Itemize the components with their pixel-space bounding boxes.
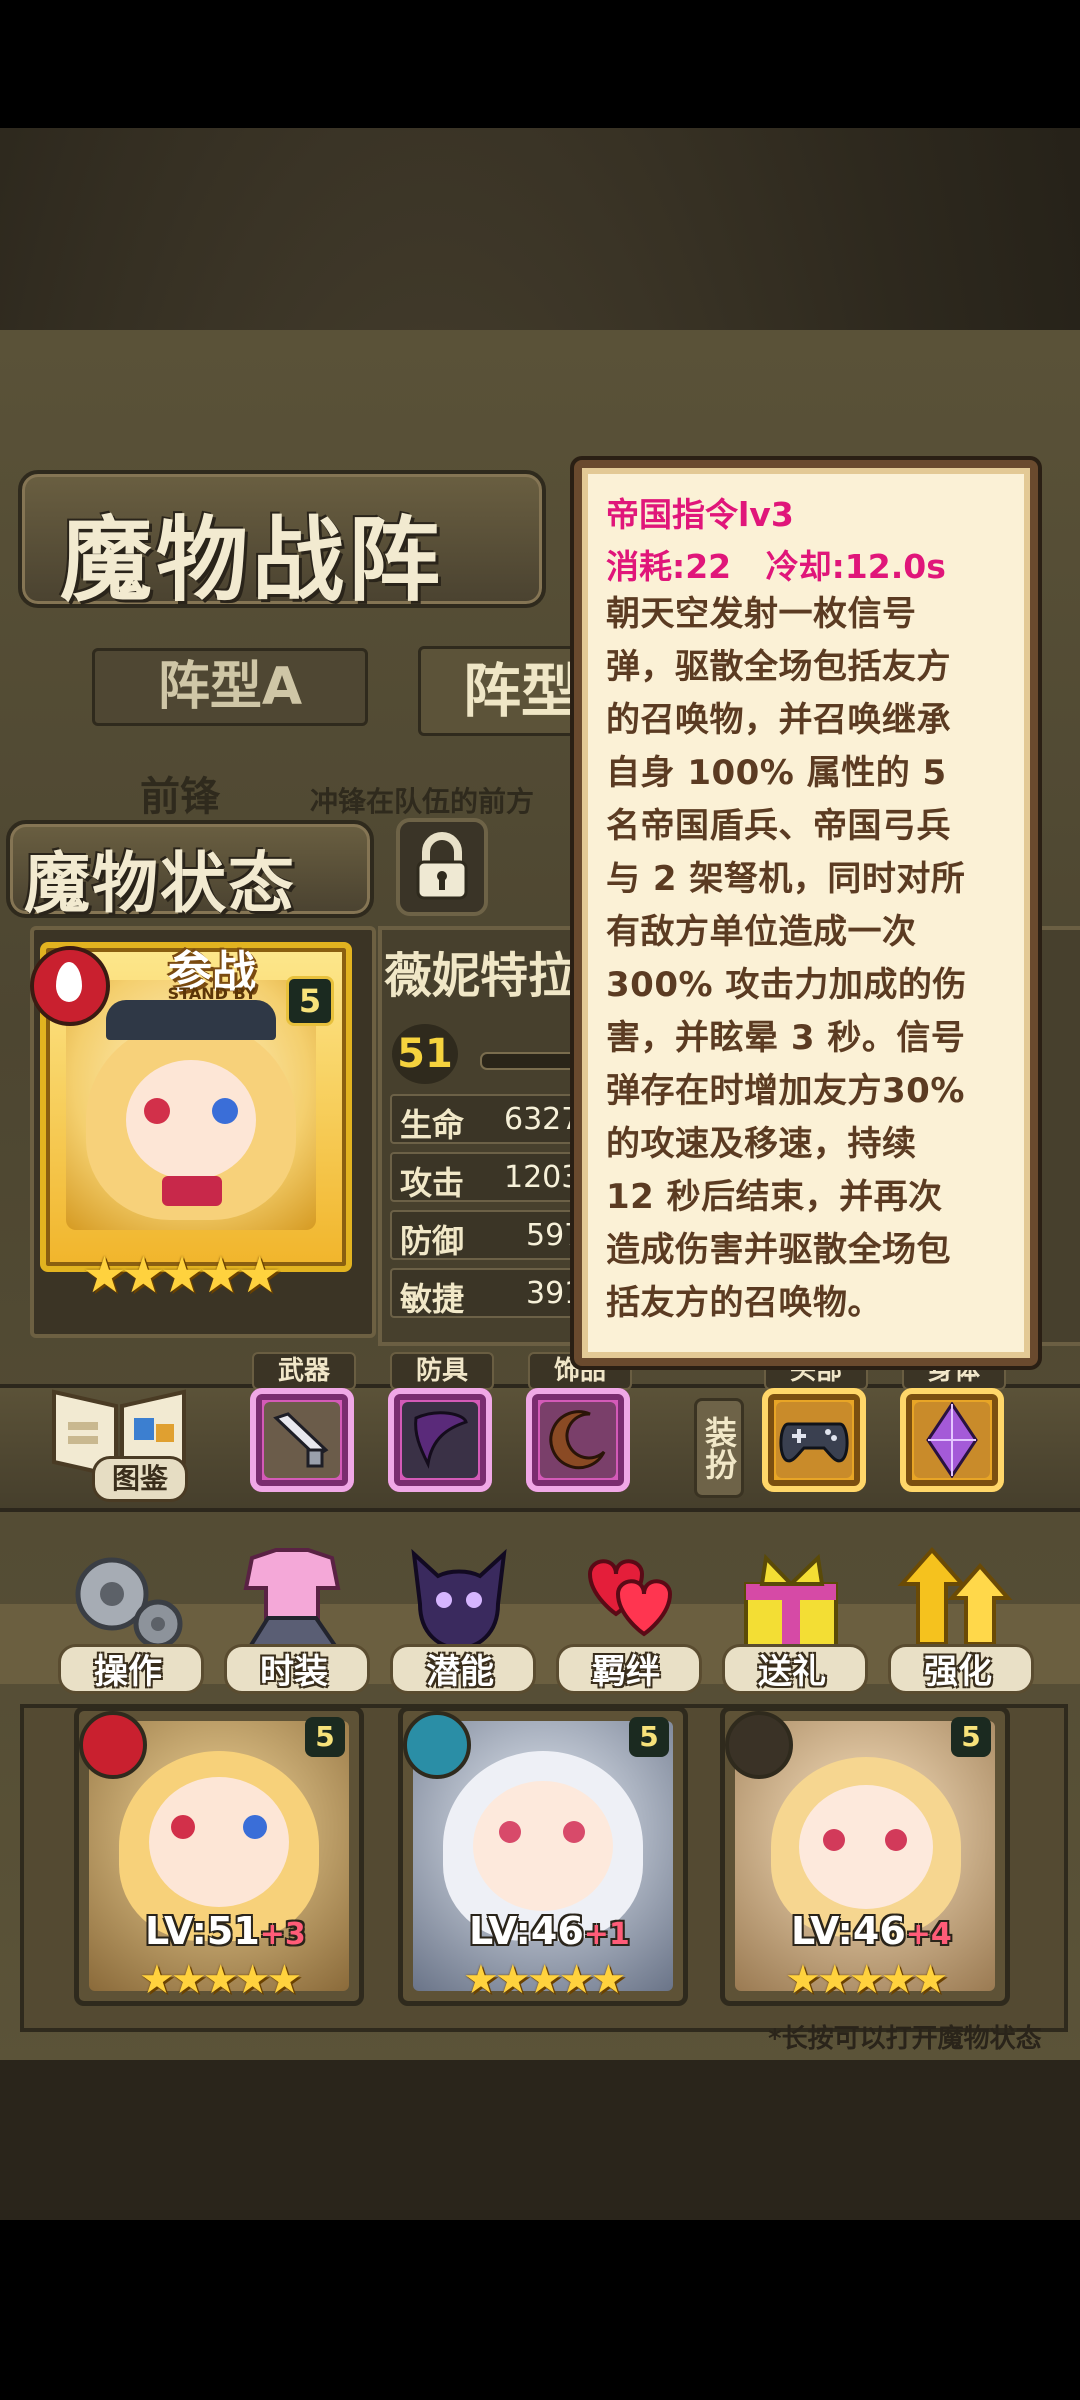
head-slot[interactable]	[762, 1388, 866, 1492]
action-operate-label: 操作	[94, 1652, 162, 1692]
stat-label: 攻击	[400, 1164, 465, 1202]
tooltip-line: 造成伤害并驱散全场包	[606, 1230, 951, 1270]
stat-value: 1203	[504, 1160, 581, 1195]
tooltip-line: 300% 攻击力加成的伤	[606, 965, 967, 1005]
accessory-slot[interactable]	[526, 1388, 630, 1492]
tooltip-line: 害，并眩晕 3 秒。信号	[606, 1018, 966, 1058]
rank-badge: 5	[286, 976, 334, 1026]
gamepad-icon	[779, 1422, 849, 1463]
rank-badge: 5	[629, 1717, 669, 1757]
gun-icon	[273, 1412, 329, 1468]
tooltip-line: 括友方的召唤物。	[606, 1283, 882, 1323]
formation-title: 魔物战阵	[60, 507, 445, 614]
roster-level-plus: +4	[905, 1917, 952, 1952]
status-title: 魔物状态	[24, 845, 296, 922]
action-outfit[interactable]: 时装	[218, 1540, 370, 1694]
rank-badge: 5	[305, 1717, 345, 1757]
stat-row-hp: 生命 6327	[390, 1094, 594, 1144]
weapon-slot[interactable]	[250, 1388, 354, 1492]
lock-button[interactable]	[396, 818, 488, 916]
action-gift-label: 送礼	[758, 1652, 826, 1692]
codex-label: 图鉴	[92, 1456, 188, 1502]
water-element-icon	[403, 1711, 471, 1779]
tooltip-line: 12 秒后结束，并再次	[606, 1177, 943, 1217]
outfit-icon	[243, 1548, 342, 1652]
slot-label-weapon: 武器	[252, 1352, 356, 1390]
purple-crystal-icon	[926, 1402, 978, 1478]
roster-level: LV:46	[791, 1909, 906, 1953]
gear-icon	[75, 1557, 183, 1649]
gift-icon	[744, 1553, 838, 1652]
codex-button[interactable]: 图鉴	[40, 1372, 200, 1502]
roster-level-plus: +1	[583, 1917, 630, 1952]
tab-formation-a[interactable]: 阵型A	[92, 648, 368, 726]
stat-row-defense: 防御 597	[390, 1210, 594, 1260]
character-portrait	[66, 980, 316, 1230]
star-rating: ★★★★★	[82, 1246, 282, 1304]
zigzag-border	[0, 330, 1080, 366]
tooltip-line: 自身 100% 属性的 5	[606, 753, 947, 793]
armor-slot[interactable]	[388, 1388, 492, 1492]
fire-element-icon	[79, 1711, 147, 1779]
status-title-plate: 魔物状态	[6, 820, 374, 922]
tooltip-cost: 消耗:22 冷却:12.0s	[606, 547, 946, 586]
body-slot[interactable]	[900, 1388, 1004, 1492]
vanguard-desc: 冲锋在队伍的前方	[310, 785, 535, 818]
stat-label: 敏捷	[400, 1280, 465, 1318]
hearts-icon	[587, 1559, 673, 1637]
tooltip-title: 帝国指令lv3	[606, 495, 794, 534]
stat-row-attack: 攻击 1203	[390, 1152, 594, 1202]
tooltip-line: 朝天空发射一枚信号	[606, 594, 917, 634]
roster-stars: ★★★★★	[463, 1957, 626, 2003]
hint-text: *长按可以打开魔物状态	[768, 2024, 1042, 2054]
tooltip-line: 的攻速及移速，持续	[606, 1124, 917, 1164]
slot-label-armor: 防具	[390, 1352, 494, 1390]
tooltip-description: 朝天空发射一枚信号 弹，驱散全场包括友方 的召唤物，并召唤继承 自身 100% …	[606, 588, 1016, 1330]
tooltip-line: 弹存在时增加友方30%	[606, 1071, 965, 1111]
skill-tooltip: 帝国指令lv3 消耗:22 冷却:12.0s 朝天空发射一枚信号 弹，驱散全场包…	[574, 460, 1038, 1366]
rank-badge: 5	[951, 1717, 991, 1757]
character-name: 薇妮特拉	[384, 948, 577, 1004]
shadow-demon-icon	[411, 1548, 507, 1651]
action-potential-label: 潜能	[426, 1652, 494, 1692]
tooltip-line: 名帝国盾兵、帝国弓兵	[606, 806, 951, 846]
roster-level: LV:46	[469, 1909, 584, 1953]
fire-element-icon	[30, 946, 110, 1026]
action-potential[interactable]: 潜能	[384, 1540, 536, 1694]
upgrade-arrows-icon	[897, 1546, 1013, 1646]
stat-value: 6327	[504, 1102, 581, 1137]
action-bond-label: 羁绊	[592, 1652, 660, 1692]
stat-label: 生命	[400, 1106, 465, 1144]
action-gift[interactable]: 送礼	[716, 1540, 868, 1694]
feather-cape-icon	[414, 1411, 468, 1469]
roster-card[interactable]: 5 LV:46+4 ★★★★★	[720, 1706, 1010, 2006]
level-badge: 51	[392, 1024, 458, 1084]
stat-row-agility: 敏捷 391	[390, 1268, 594, 1318]
action-enhance[interactable]: 强化	[882, 1540, 1034, 1694]
tooltip-line: 与 2 架弩机，同时对所	[606, 859, 966, 899]
tooltip-line: 有敌方单位造成一次	[606, 912, 917, 952]
roster-stars: ★★★★★	[139, 1957, 302, 2003]
roster-card[interactable]: 5 LV:46+1 ★★★★★	[398, 1706, 688, 2006]
vanguard-label: 前锋	[140, 774, 220, 820]
lock-icon	[416, 832, 468, 900]
tooltip-line: 的召唤物，并召唤继承	[606, 700, 951, 740]
action-enhance-label: 强化	[924, 1652, 992, 1692]
earth-element-icon	[725, 1711, 793, 1779]
roster-level: LV:51	[145, 1909, 260, 1953]
moon-icon	[549, 1410, 606, 1470]
standby-sub: STAND BY	[167, 984, 257, 1003]
roster-level-plus: +3	[259, 1917, 306, 1952]
action-operate[interactable]: 操作	[52, 1540, 204, 1694]
roster-stars: ★★★★★	[785, 1957, 948, 2003]
formation-title-plate: 魔物战阵	[18, 470, 546, 614]
tooltip-line: 弹，驱散全场包括友方	[606, 647, 951, 687]
roster-card[interactable]: 5 LV:51+3 ★★★★★	[74, 1706, 364, 2006]
action-outfit-label: 时装	[260, 1652, 328, 1692]
dress-up-label[interactable]: 装扮	[694, 1398, 744, 1498]
stat-label: 防御	[400, 1222, 465, 1260]
action-bond[interactable]: 羁绊	[550, 1540, 702, 1694]
bottom-strip	[0, 2060, 1080, 2220]
